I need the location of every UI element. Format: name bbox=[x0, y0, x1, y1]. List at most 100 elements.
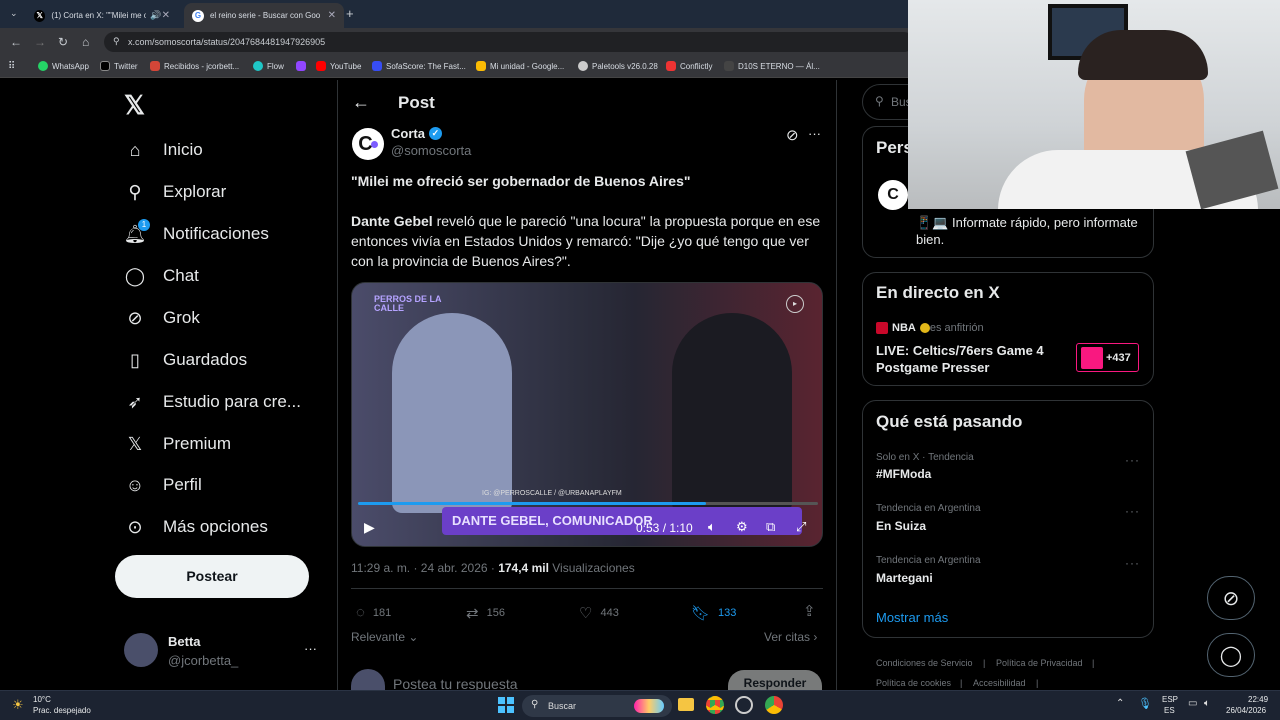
bookmark-filled-icon: 🔖︎ bbox=[691, 605, 711, 622]
share-icon[interactable]: ⇪ bbox=[803, 602, 816, 620]
sidebar-item-guardados[interactable]: ▯ Guardados bbox=[124, 349, 247, 371]
sidebar-item-premium[interactable]: 𝕏 Premium bbox=[124, 433, 231, 455]
grok-fab-button[interactable]: ⊘ bbox=[1207, 576, 1255, 620]
tab-list-chevron-icon[interactable]: ⌄ bbox=[10, 8, 18, 19]
sidebar-item-inicio[interactable]: ⌂ Inicio bbox=[124, 139, 203, 161]
bookmark-button[interactable]: 🔖︎ 133 bbox=[691, 604, 736, 622]
windows-start-icon[interactable] bbox=[498, 697, 514, 713]
person-icon: ☺ bbox=[125, 474, 145, 495]
account-menu-icon[interactable]: ··· bbox=[304, 641, 317, 656]
sidebar-item-mas-opciones[interactable]: ⊙ Más opciones bbox=[124, 516, 267, 538]
weather-icon[interactable]: ☀ bbox=[12, 697, 24, 713]
trend-name[interactable]: En Suiza bbox=[876, 519, 926, 533]
network-icon[interactable]: ▭ bbox=[1188, 698, 1197, 709]
bookmark-paletools[interactable]: Paletools v26.0.28 bbox=[578, 61, 658, 71]
view-quotes-link[interactable]: Ver citas › bbox=[764, 630, 817, 644]
app-icon[interactable] bbox=[735, 696, 753, 714]
tray-chevron-icon[interactable]: ⌃ bbox=[1116, 698, 1124, 709]
bookmark-recibidos[interactable]: Recibidos - jcorbett... bbox=[150, 61, 239, 71]
bookmark-sofascore[interactable]: SofaScore: The Fast... bbox=[372, 61, 466, 71]
url-field[interactable]: ⚲ x.com/somoscorta/status/20476844819479… bbox=[104, 32, 914, 52]
like-button[interactable]: ♡ 443 bbox=[579, 604, 619, 622]
back-icon[interactable]: ← bbox=[10, 35, 22, 49]
footer-link[interactable]: Política de Privacidad bbox=[996, 658, 1083, 668]
show-more-link[interactable]: Mostrar más bbox=[876, 610, 948, 625]
grok-explain-icon[interactable]: ⊘ bbox=[786, 126, 799, 144]
volume-icon[interactable]: 🔈︎ bbox=[1204, 698, 1210, 709]
video-progress-track[interactable] bbox=[358, 502, 818, 505]
live-event[interactable]: LIVE: Celtics/76ers Game 4 Postgame Pres… bbox=[876, 342, 1056, 376]
new-tab-icon[interactable]: + bbox=[346, 6, 354, 21]
sidebar-item-grok[interactable]: ⊘ Grok bbox=[124, 307, 199, 329]
sort-dropdown[interactable]: Relevante ⌄ bbox=[351, 630, 418, 644]
post-headline: "Milei me ofreció ser gobernador de Buen… bbox=[351, 173, 691, 189]
trend-more-icon[interactable]: ··· bbox=[1125, 504, 1140, 518]
language-top[interactable]: ESP bbox=[1162, 695, 1178, 704]
tab-google[interactable]: G el reino serie - Buscar con Goo ✕ bbox=[184, 3, 344, 28]
reload-icon[interactable]: ↻ bbox=[58, 35, 68, 49]
forward-icon[interactable]: → bbox=[34, 35, 46, 49]
volume-icon[interactable]: 🔈︎ bbox=[708, 519, 716, 535]
file-explorer-icon[interactable] bbox=[678, 698, 694, 711]
reply-button[interactable]: ◌ 181 bbox=[356, 604, 391, 621]
avatar[interactable]: C bbox=[878, 180, 908, 210]
sidebar-item-chat[interactable]: ◯ Chat bbox=[124, 265, 199, 287]
microphone-icon[interactable]: 🎙︎ bbox=[1138, 697, 1152, 710]
clock-date[interactable]: 26/04/2026 bbox=[1226, 706, 1266, 715]
repost-button[interactable]: ⇄ 156 bbox=[466, 604, 505, 622]
avatar[interactable] bbox=[124, 633, 158, 667]
site-info-icon[interactable]: ⚲ bbox=[113, 36, 120, 47]
chrome-profile-icon[interactable] bbox=[765, 696, 783, 714]
sidebar-item-estudio[interactable]: ➶ Estudio para cre... bbox=[124, 391, 301, 413]
back-arrow-icon[interactable]: ← bbox=[352, 92, 370, 113]
video-time: 0:53 / 1:10 bbox=[636, 521, 693, 535]
close-tab-icon[interactable]: ✕ bbox=[328, 10, 336, 21]
taskbar-search[interactable]: ⚲ Buscar bbox=[522, 695, 672, 717]
speaker-icon[interactable]: 🔊 bbox=[150, 10, 161, 21]
bookmark-flow[interactable]: Flow bbox=[253, 61, 284, 71]
home-button-icon[interactable]: ⌂ bbox=[82, 35, 89, 49]
footer-link[interactable]: Condiciones de Servicio bbox=[876, 658, 973, 668]
post-timestamp[interactable]: 11:29 a. m. · 24 abr. 2026 · bbox=[351, 561, 498, 575]
tab-title: el reino serie - Buscar con Goo bbox=[209, 11, 321, 20]
bookmark-twitch[interactable] bbox=[296, 61, 310, 71]
listener-avatars bbox=[1081, 346, 1103, 369]
footer-link[interactable]: Política de cookies bbox=[876, 678, 951, 688]
language-bottom[interactable]: ES bbox=[1164, 706, 1175, 715]
video-player[interactable]: PERROS DE LA CALLE ▸ IG: @PERROSCALLE / … bbox=[351, 282, 823, 547]
bookmark-twitter[interactable]: Twitter bbox=[100, 61, 138, 71]
messages-fab-button[interactable]: ◯ bbox=[1207, 633, 1255, 677]
post-more-icon[interactable]: ··· bbox=[808, 126, 821, 141]
bookmark-d10s[interactable]: D10S ETERNO — Ál... bbox=[724, 61, 820, 71]
bookmark-youtube[interactable]: YouTube bbox=[316, 61, 361, 71]
pip-icon[interactable]: ⧉ bbox=[766, 519, 775, 535]
reply-input[interactable]: Postea tu respuesta bbox=[393, 676, 518, 690]
trend-name[interactable]: #MFModa bbox=[876, 467, 931, 481]
apps-grid-icon[interactable]: ⠿ bbox=[8, 61, 15, 72]
bookmark-whatsapp[interactable]: WhatsApp bbox=[38, 61, 89, 71]
bookmark-conflictly[interactable]: Conflictly bbox=[666, 61, 712, 71]
sidebar-item-explorar[interactable]: ⚲ Explorar bbox=[124, 181, 226, 203]
footer-link[interactable]: Accesibilidad bbox=[973, 678, 1026, 688]
x-logo-icon[interactable]: 𝕏 bbox=[124, 90, 145, 121]
author-name-row[interactable]: Corta ✓ bbox=[391, 126, 442, 141]
trend-meta: Tendencia en Argentina bbox=[876, 503, 981, 514]
fullscreen-icon[interactable]: ⤢ bbox=[796, 519, 806, 535]
sidebar-item-notificaciones[interactable]: 🔔︎ 1 Notificaciones bbox=[124, 219, 269, 245]
tab-corta[interactable]: 𝕏 (1) Corta en X: ""Milei me o 🔊 ✕ bbox=[26, 3, 178, 28]
trend-name[interactable]: Martegani bbox=[876, 571, 933, 585]
chrome-icon[interactable] bbox=[706, 696, 724, 714]
play-icon[interactable]: ▶ bbox=[364, 519, 375, 536]
author-handle[interactable]: @somoscorta bbox=[391, 143, 471, 158]
sidebar-item-perfil[interactable]: ☺ Perfil bbox=[124, 474, 202, 496]
trend-more-icon[interactable]: ··· bbox=[1125, 556, 1140, 570]
live-listeners[interactable]: +437 bbox=[1076, 343, 1139, 372]
clock-time[interactable]: 22:49 bbox=[1248, 695, 1268, 704]
reply-submit-button[interactable]: Responder bbox=[728, 670, 822, 690]
close-tab-icon[interactable]: ✕ bbox=[162, 10, 170, 21]
trend-more-icon[interactable]: ··· bbox=[1125, 453, 1140, 467]
author-avatar[interactable]: C bbox=[352, 128, 384, 160]
post-button[interactable]: Postear bbox=[115, 555, 309, 598]
settings-gear-icon[interactable]: ⚙ bbox=[736, 519, 748, 535]
bookmark-drive[interactable]: Mi unidad - Google... bbox=[476, 61, 564, 71]
